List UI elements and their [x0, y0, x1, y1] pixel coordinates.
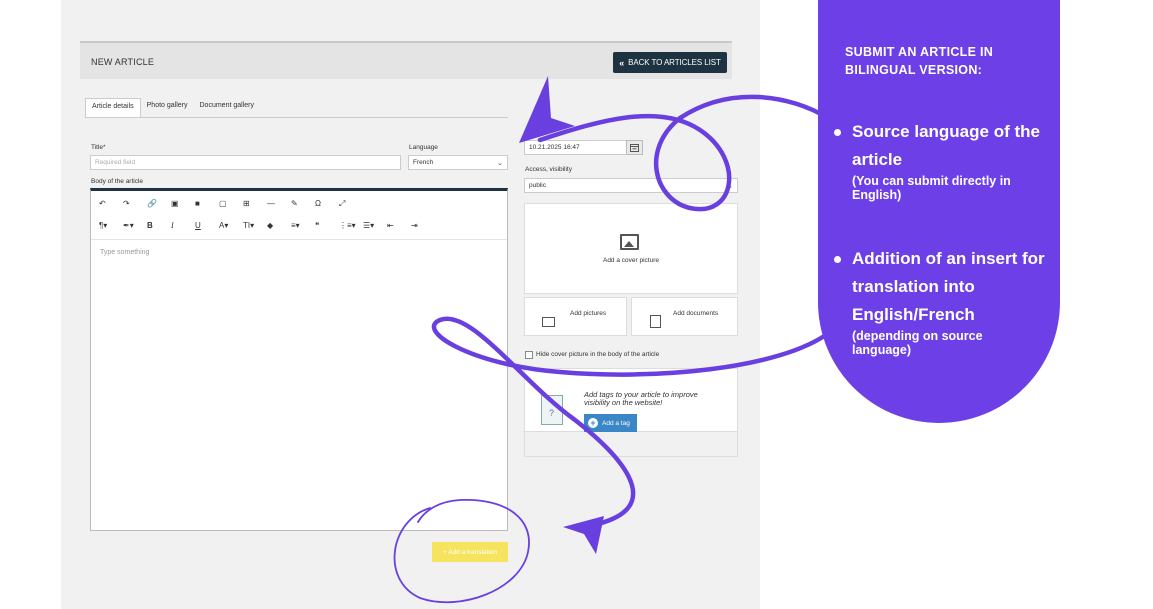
page-header: NEW ARTICLE « BACK TO ARTICLES LIST	[80, 41, 732, 79]
double-chevron-left-icon: «	[619, 57, 625, 68]
access-label: Access, visibility	[525, 166, 572, 173]
document-icon	[650, 315, 661, 328]
horizontal-rule-icon[interactable]: —	[267, 199, 291, 209]
special-char-icon[interactable]: Ω	[315, 199, 339, 209]
paragraph-icon[interactable]: ¶▾	[99, 221, 123, 230]
redo-icon[interactable]: ↷	[123, 199, 147, 209]
tab-document-gallery[interactable]: Document gallery	[194, 98, 260, 118]
body-label: Body of the article	[91, 178, 144, 185]
unordered-list-icon[interactable]: ☰▾	[363, 221, 387, 230]
tab-divider	[85, 117, 508, 118]
editor-toolbar-divider	[91, 239, 507, 240]
tags-hint: Add tags to your article to improve visi…	[584, 390, 698, 407]
rich-text-editor[interactable]: ↶ ↷ 🔗 ▣ ■ ▢ ⊞ — ✎ Ω ⤢ ¶▾ ✒▾ B I U A▾ TI▾…	[90, 188, 508, 531]
screenshot-stage: NEW ARTICLE « BACK TO ARTICLES LIST Arti…	[0, 0, 1153, 609]
indent-icon[interactable]: ⇥	[411, 221, 435, 230]
italic-icon[interactable]: I	[171, 221, 195, 230]
calendar-button[interactable]	[626, 140, 643, 155]
publish-date-value: 10.21.2025 16:47	[529, 144, 580, 151]
title-label: Title*	[91, 144, 106, 151]
chevron-down-icon: ⌄	[727, 183, 733, 190]
bullet-dot-icon	[834, 256, 841, 263]
article-tabs: Article details Photo gallery Document g…	[85, 98, 260, 118]
plus-circle-icon: +	[588, 418, 598, 428]
picture-icon	[542, 317, 555, 327]
bullet2-main: Addition of an insert for translation in…	[852, 249, 1045, 324]
bullet2-sub: (depending on source language)	[852, 329, 983, 357]
editor-placeholder: Type something	[100, 249, 150, 256]
tab-photo-gallery[interactable]: Photo gallery	[141, 98, 194, 118]
chevron-down-icon: ⌄	[497, 160, 503, 167]
cover-picture-dropzone[interactable]: Add a cover picture	[524, 203, 738, 294]
editor-toolbar-row-2: ¶▾ ✒▾ B I U A▾ TI▾ ◆ ≡▾ ❝ ⋮≡▾ ☰▾ ⇤ ⇥	[99, 221, 435, 230]
publish-date-input[interactable]: 10.21.2025 16:47	[524, 140, 627, 155]
add-pictures-label: Add pictures	[570, 310, 607, 317]
bullet1-sub: (You can submit directly in English)	[852, 174, 1011, 202]
tags-footer	[524, 432, 738, 457]
back-button-label: BACK TO ARTICLES LIST	[628, 58, 721, 67]
link-icon[interactable]: 🔗	[147, 199, 171, 209]
editor-toolbar-row-1: ↶ ↷ 🔗 ▣ ■ ▢ ⊞ — ✎ Ω ⤢	[99, 199, 363, 209]
hide-cover-label: Hide cover picture in the body of the ar…	[536, 351, 660, 358]
page-title: NEW ARTICLE	[91, 57, 155, 67]
bullet-dot-icon	[834, 129, 841, 136]
image-icon[interactable]: ▣	[171, 199, 195, 209]
ordered-list-icon[interactable]: ⋮≡▾	[339, 221, 363, 230]
title-placeholder: Required field	[95, 159, 136, 166]
bullet1-main: Source language of the article	[852, 122, 1040, 169]
callout-heading: SUBMIT AN ARTICLE IN BILINGUAL VERSION:	[845, 45, 994, 77]
language-label: Language	[409, 144, 438, 151]
info-callout: SUBMIT AN ARTICLE IN BILINGUAL VERSION: …	[818, 0, 1060, 423]
cover-picture-label: Add a cover picture	[602, 257, 659, 264]
video-icon[interactable]: ■	[195, 199, 219, 209]
undo-icon[interactable]: ↶	[99, 199, 123, 209]
add-pictures-button[interactable]: Add pictures	[524, 297, 627, 336]
add-tag-label: Add a tag	[602, 419, 630, 427]
add-tag-button[interactable]: + Add a tag	[584, 414, 637, 432]
add-translation-button[interactable]: + Add a translation	[432, 542, 508, 562]
outdent-icon[interactable]: ⇤	[387, 221, 411, 230]
clipboard-question-icon	[541, 395, 563, 425]
highlight-icon[interactable]: ◆	[267, 221, 291, 230]
access-value: public	[529, 182, 546, 189]
quote-icon[interactable]: ❝	[315, 221, 339, 230]
align-icon[interactable]: ≡▾	[291, 221, 315, 230]
underline-icon[interactable]: U	[195, 221, 219, 230]
bold-icon[interactable]: B	[147, 221, 171, 230]
table-icon[interactable]: ⊞	[243, 199, 267, 209]
language-value: French	[413, 159, 434, 166]
tab-article-details[interactable]: Article details	[85, 98, 141, 118]
brush-icon[interactable]: ✒▾	[123, 221, 147, 230]
fullscreen-icon[interactable]: ⤢	[339, 199, 363, 209]
language-select[interactable]: French ⌄	[408, 155, 508, 170]
add-documents-label: Add documents	[673, 310, 719, 317]
file-icon[interactable]: ▢	[219, 199, 243, 209]
access-select[interactable]: public ⌄	[524, 178, 738, 193]
picture-icon	[620, 234, 639, 250]
title-input[interactable]: Required field	[90, 155, 401, 170]
calendar-icon	[630, 143, 639, 152]
eraser-icon[interactable]: ✎	[291, 199, 315, 209]
font-size-icon[interactable]: TI▾	[243, 221, 267, 230]
add-documents-button[interactable]: Add documents	[631, 297, 738, 336]
hide-cover-checkbox[interactable]	[525, 351, 533, 359]
font-color-icon[interactable]: A▾	[219, 221, 243, 230]
back-to-articles-button[interactable]: « BACK TO ARTICLES LIST	[613, 52, 727, 73]
tags-panel: Add tags to your article to improve visi…	[524, 368, 738, 432]
